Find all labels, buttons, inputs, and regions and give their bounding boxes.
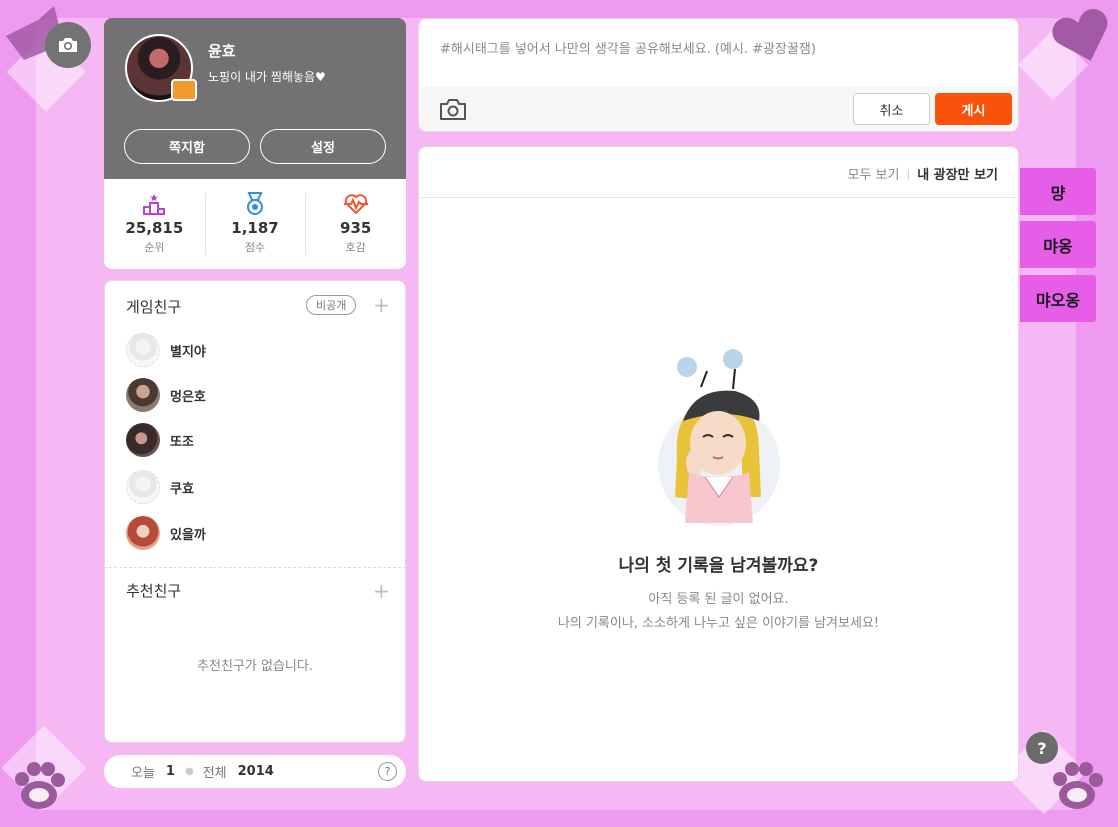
score-label: 점수 <box>244 241 266 254</box>
privacy-toggle-button[interactable]: 비공개 <box>306 295 357 315</box>
friend-item[interactable]: 쿠효 <box>126 469 194 505</box>
settings-button[interactable]: 설정 <box>260 129 386 164</box>
recommended-friends-panel: 추천친구 + 추천친구가 없습니다. <box>104 567 406 743</box>
profile-header: 윤효 노핑이 내가 찜해놓음♥ 쪽지함 설정 <box>104 18 406 179</box>
friend-avatar <box>126 516 160 550</box>
profile-name: 윤효 <box>208 42 236 60</box>
paw-decoration <box>15 762 65 809</box>
add-friend-plus-icon[interactable]: + <box>373 295 390 315</box>
game-friends-title: 게임친구 <box>126 298 182 316</box>
filter-separator: | <box>906 167 911 180</box>
rank-value: 25,815 <box>125 219 184 237</box>
today-count: 1 <box>165 764 175 779</box>
side-tab-1[interactable]: 먕 <box>1020 168 1096 215</box>
score-value: 1,187 <box>231 219 279 237</box>
attach-photo-icon[interactable] <box>439 97 467 121</box>
friend-name: 멍은호 <box>170 389 206 405</box>
compose-input[interactable]: #해시태그를 넣어서 나만의 생각을 공유해보세요. (예시. #광장꿀잼) <box>440 38 816 57</box>
total-count: 2014 <box>237 764 274 779</box>
heart-decoration <box>1052 8 1108 61</box>
feed-header: 모두 보기 | 내 광장만 보기 <box>419 147 1018 198</box>
affinity-value: 935 <box>340 219 372 237</box>
filter-mine-link[interactable]: 내 광장만 보기 <box>917 164 998 183</box>
friend-avatar <box>126 423 160 457</box>
profile-stats: 25,815 순위 1,187 점수 935 호감 <box>104 179 406 269</box>
stat-affinity[interactable]: 935 호감 <box>305 179 406 269</box>
camera-icon <box>59 38 77 52</box>
filter-all-link[interactable]: 모두 보기 <box>847 164 899 183</box>
friend-name: 별지야 <box>170 344 206 360</box>
medal-icon <box>242 192 268 215</box>
visitor-help-icon[interactable]: ? <box>378 762 397 781</box>
recommended-empty-message: 추천친구가 없습니다. <box>197 659 313 674</box>
friend-item[interactable]: 멍은호 <box>126 377 206 413</box>
visitor-counter: 오늘 1 ● 전체 2014 ? <box>104 755 406 788</box>
affinity-label: 호감 <box>345 241 366 254</box>
post-button[interactable]: 게시 <box>935 93 1012 125</box>
empty-feed-line-1: 아직 등록 된 글이 없어요. <box>648 592 789 607</box>
empty-feed-title: 나의 첫 기록을 남겨볼까요? <box>618 556 819 576</box>
heartbeat-icon <box>343 193 369 215</box>
character-illustration <box>658 349 780 526</box>
friend-name: 쿠효 <box>170 481 194 497</box>
friend-item[interactable]: 또조 <box>126 422 194 458</box>
feed-filter: 모두 보기 | 내 광장만 보기 <box>847 164 998 183</box>
side-tab-3[interactable]: 먀오옹 <box>1020 275 1096 322</box>
side-tab-2[interactable]: 먀옹 <box>1020 221 1096 268</box>
friend-name: 또조 <box>170 434 194 450</box>
stat-score[interactable]: 1,187 점수 <box>204 179 306 269</box>
stat-rank[interactable]: 25,815 순위 <box>104 179 205 269</box>
compose-toolbar: 취소 게시 <box>419 87 1018 131</box>
friend-item[interactable]: 있을까 <box>126 515 206 551</box>
message-box-button[interactable]: 쪽지함 <box>124 129 250 164</box>
feed-panel: 모두 보기 | 내 광장만 보기 나의 첫 기록을 남겨볼까요? 아직 등록 된… <box>418 146 1019 782</box>
separator-dot: ● <box>184 766 194 777</box>
game-friends-panel: 게임친구 비공개 + 별지야 멍은호 또조 쿠효 있을까 <box>104 280 406 567</box>
help-button[interactable]: ? <box>1026 732 1058 764</box>
profile-card: 윤효 노핑이 내가 찜해놓음♥ 쪽지함 설정 25,815 순위 1,187 점… <box>104 18 406 269</box>
total-label: 전체 <box>202 766 227 781</box>
friend-name: 있을까 <box>170 527 206 543</box>
compose-box: #해시태그를 넣어서 나만의 생각을 공유해보세요. (예시. #광장꿀잼) 취… <box>418 18 1019 132</box>
today-label: 오늘 <box>131 766 155 781</box>
friend-avatar <box>126 378 160 412</box>
background-camera-button[interactable] <box>45 22 91 68</box>
friend-avatar <box>126 333 160 367</box>
rank-icon <box>141 193 167 215</box>
cancel-button[interactable]: 취소 <box>853 93 930 125</box>
friend-item[interactable]: 별지야 <box>126 332 206 368</box>
paw-decoration <box>1053 762 1103 809</box>
recommended-friends-title: 추천친구 <box>126 582 182 600</box>
friend-avatar <box>126 470 160 504</box>
rank-label: 순위 <box>144 241 165 254</box>
add-recommended-plus-icon[interactable]: + <box>373 581 390 601</box>
empty-feed-line-2: 나의 기록이나, 소소하게 나누고 싶은 이야기를 남겨보세요! <box>557 616 880 631</box>
profile-status-message: 노핑이 내가 찜해놓음♥ <box>208 70 326 84</box>
avatar-badge-icon <box>171 79 197 101</box>
